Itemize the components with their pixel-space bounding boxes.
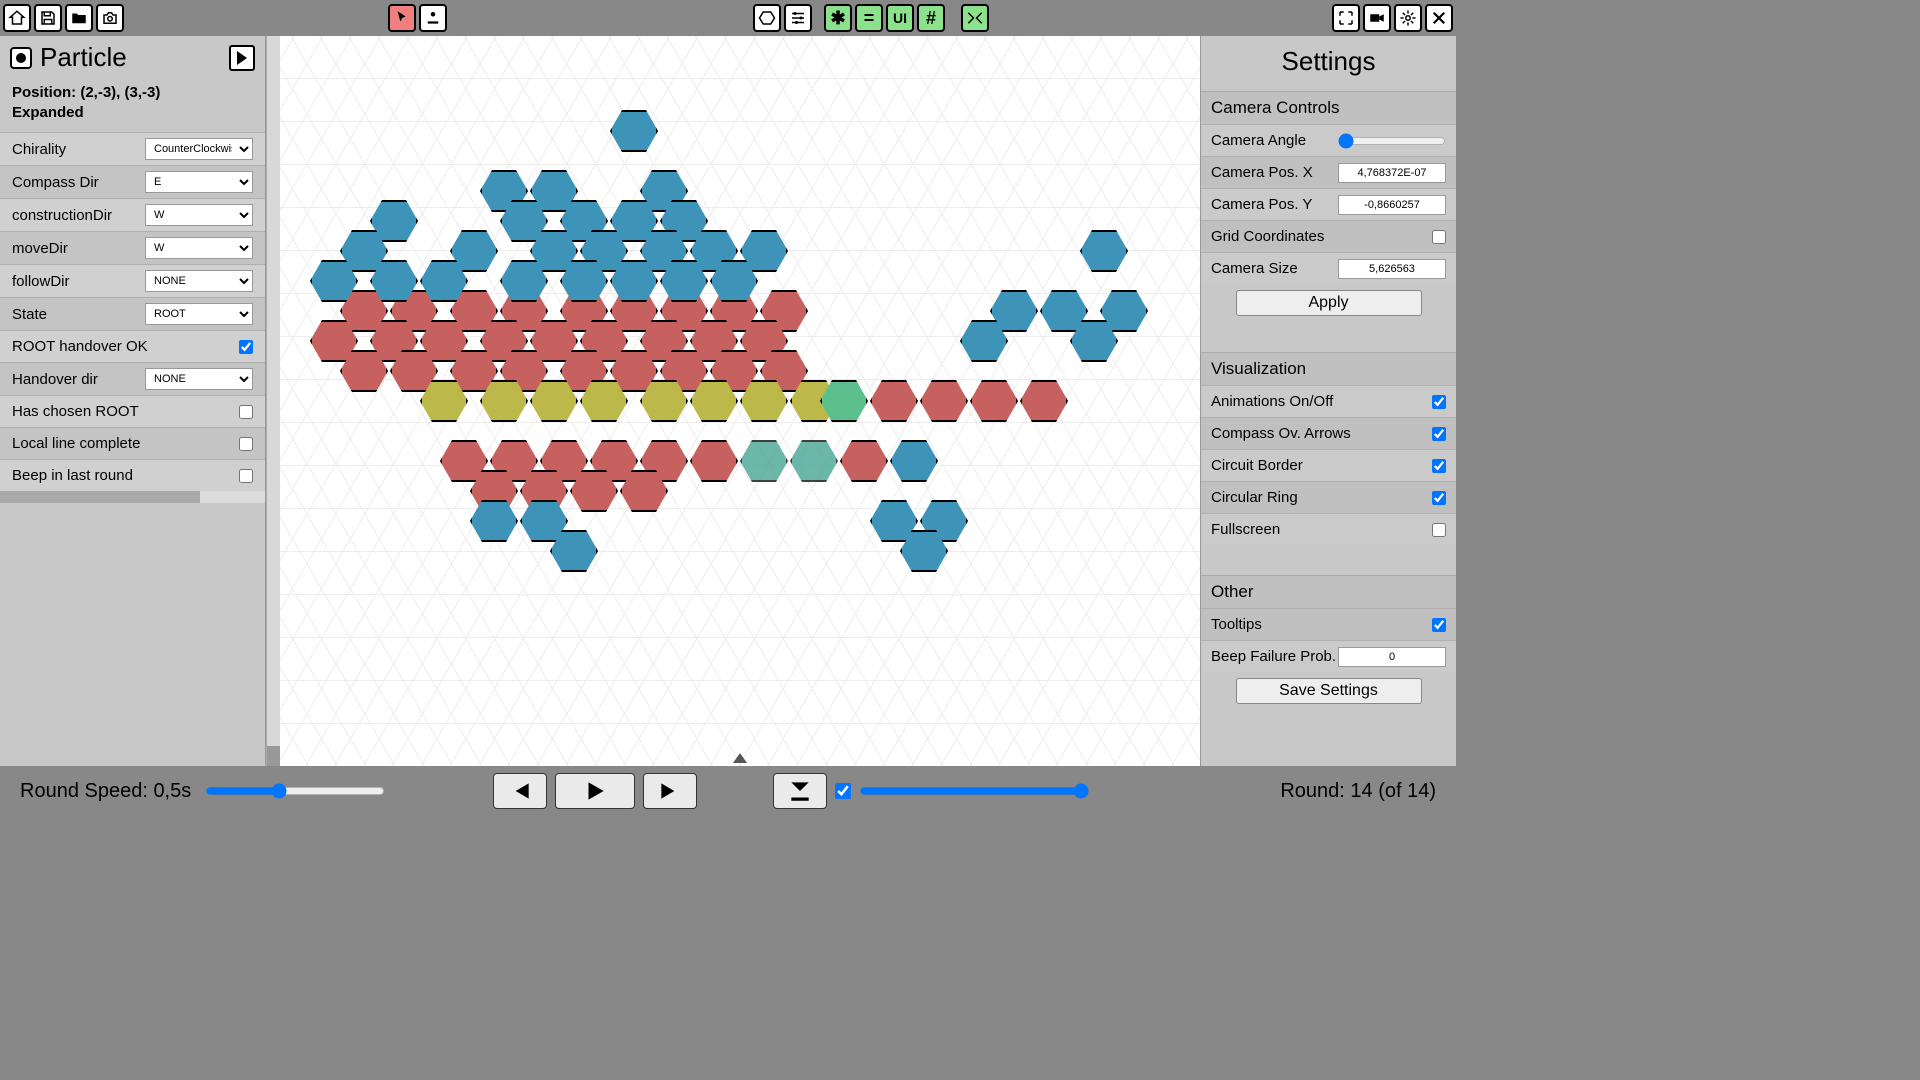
round-slider[interactable] <box>859 783 1089 799</box>
check-beep-in-last-round[interactable] <box>239 469 253 483</box>
particle-position: Position: (2,-3), (3,-3) Expanded <box>0 79 265 132</box>
camera-y-input[interactable] <box>1338 195 1446 215</box>
hex-teal[interactable] <box>740 440 788 482</box>
round-speed-label: Round Speed: 0,5s <box>20 780 191 803</box>
particle-panel: Particle Position: (2,-3), (3,-3) Expand… <box>0 36 266 766</box>
select-constructiondir[interactable]: W <box>145 204 253 226</box>
hex-red[interactable] <box>840 440 888 482</box>
settings-panel: Settings Camera Controls Camera Angle Ca… <box>1200 36 1456 766</box>
home-icon[interactable] <box>3 4 31 32</box>
camera-size-input[interactable] <box>1338 259 1446 279</box>
save-icon[interactable] <box>34 4 62 32</box>
particle-type-icon <box>10 47 32 69</box>
camera-icon[interactable] <box>96 4 124 32</box>
hex-canvas[interactable] <box>280 36 1200 766</box>
play-button[interactable] <box>555 773 635 809</box>
ui-icon[interactable]: UI <box>886 4 914 32</box>
select-compass-dir[interactable]: E <box>145 171 253 193</box>
hex-red[interactable] <box>1020 380 1068 422</box>
check-local-line-complete[interactable] <box>239 437 253 451</box>
viz-circular-ring[interactable] <box>1432 491 1446 505</box>
main-area: Particle Position: (2,-3), (3,-3) Expand… <box>0 36 1456 766</box>
collapse-icon[interactable] <box>961 4 989 32</box>
round-check[interactable] <box>835 783 851 799</box>
hex-teal[interactable] <box>790 440 838 482</box>
round-label: Round: 14 (of 14) <box>1280 780 1436 803</box>
particle-title: Particle <box>40 42 127 73</box>
equals-icon[interactable]: = <box>855 4 883 32</box>
camera-x-input[interactable] <box>1338 163 1446 183</box>
select-movedir[interactable]: W <box>145 237 253 259</box>
left-vscroll[interactable] <box>266 36 280 766</box>
camera-section: Camera Controls <box>1201 91 1456 124</box>
select-chirality[interactable]: CounterClockwise <box>145 138 253 160</box>
hex-blue[interactable] <box>890 440 938 482</box>
grid-coord-check[interactable] <box>1432 230 1446 244</box>
check-root-handover-ok[interactable] <box>239 340 253 354</box>
viz-section: Visualization <box>1201 352 1456 385</box>
skip-forward-button[interactable] <box>643 773 697 809</box>
settings-title: Settings <box>1201 36 1456 91</box>
hex-red[interactable] <box>870 380 918 422</box>
canvas-bottom-marker <box>733 753 747 763</box>
bottom-bar: Round Speed: 0,5s Round: 14 (of 14) <box>0 766 1456 816</box>
save-settings-button[interactable]: Save Settings <box>1236 678 1422 704</box>
fullscreen-icon[interactable] <box>1332 4 1360 32</box>
hex-red[interactable] <box>690 440 738 482</box>
open-icon[interactable] <box>65 4 93 32</box>
camera-angle-label: Camera Angle <box>1211 132 1338 149</box>
hex-blue[interactable] <box>1080 230 1128 272</box>
record-icon[interactable] <box>1363 4 1391 32</box>
particle-play-button[interactable] <box>229 45 255 71</box>
viz-fullscreen[interactable] <box>1432 523 1446 537</box>
other-section: Other <box>1201 575 1456 608</box>
hex-red[interactable] <box>920 380 968 422</box>
gear-icon[interactable] <box>1394 4 1422 32</box>
hex-blue[interactable] <box>470 500 518 542</box>
viz-circuit-border[interactable] <box>1432 459 1446 473</box>
viz-compass-ov-arrows[interactable] <box>1432 427 1446 441</box>
viz-animations-on-off[interactable] <box>1432 395 1446 409</box>
snowflake-icon[interactable]: ✱ <box>824 4 852 32</box>
apply-button[interactable]: Apply <box>1236 290 1422 316</box>
hex-blue[interactable] <box>610 110 658 152</box>
top-toolbar: ✱ = UI # <box>0 0 1456 36</box>
hex-settings-icon[interactable] <box>784 4 812 32</box>
select-handover-dir[interactable]: NONE <box>145 368 253 390</box>
move-icon[interactable] <box>419 4 447 32</box>
hex-red[interactable] <box>970 380 1018 422</box>
camera-angle-slider[interactable] <box>1338 133 1446 149</box>
select-followdir[interactable]: NONE <box>145 270 253 292</box>
tooltips-check[interactable] <box>1432 618 1446 632</box>
pointer-icon[interactable] <box>388 4 416 32</box>
beep-prob-input[interactable] <box>1338 647 1446 667</box>
jump-end-button[interactable] <box>773 773 827 809</box>
close-icon[interactable] <box>1425 4 1453 32</box>
skip-back-button[interactable] <box>493 773 547 809</box>
hash-icon[interactable]: # <box>917 4 945 32</box>
select-state[interactable]: ROOT <box>145 303 253 325</box>
hexagon-icon[interactable] <box>753 4 781 32</box>
check-has-chosen-root[interactable] <box>239 405 253 419</box>
left-hscroll[interactable] <box>0 491 265 503</box>
round-speed-slider[interactable] <box>205 783 385 799</box>
